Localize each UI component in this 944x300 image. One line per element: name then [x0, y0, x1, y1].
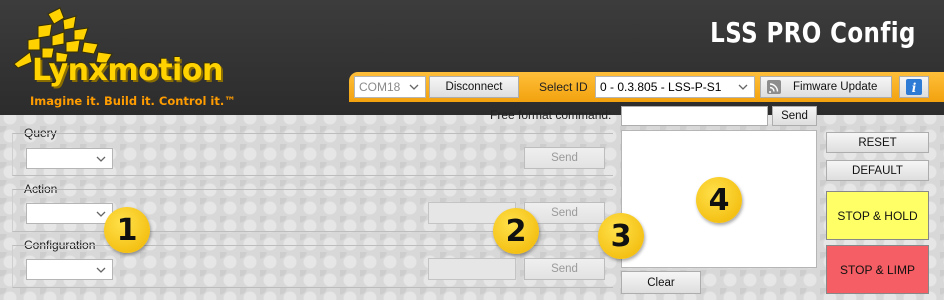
chevron-down-icon: [96, 156, 106, 162]
chevron-down-icon: [409, 84, 419, 90]
marker-2: 2: [493, 208, 539, 254]
free-format-input[interactable]: [621, 106, 768, 126]
logo-name: Lynxmotion: [32, 53, 223, 88]
query-send-button[interactable]: Send: [524, 147, 605, 169]
marker-3: 3: [598, 213, 644, 259]
query-select[interactable]: [26, 148, 113, 169]
firmware-update-button[interactable]: Fimware Update: [760, 76, 892, 98]
app-title: LSS PRO Config: [710, 16, 916, 49]
marker-4: 4: [696, 177, 742, 223]
svg-text:i: i: [912, 81, 917, 95]
chevron-down-icon: [96, 267, 106, 273]
clear-button[interactable]: Clear: [621, 271, 701, 294]
free-format-label: Free format command:: [490, 108, 612, 122]
marker-1: 1: [104, 207, 150, 253]
wifi-icon: [767, 80, 781, 94]
com-port-select[interactable]: COM18: [354, 76, 426, 98]
free-format-send-button[interactable]: Send: [772, 106, 817, 126]
app-window: Lynxmotion Imagine it. Build it. Control…: [0, 0, 944, 300]
com-port-value: COM18: [359, 80, 401, 94]
logo-tagline: Imagine it. Build it. Control it.™: [30, 94, 236, 108]
info-icon: i: [906, 79, 922, 95]
configuration-send-button[interactable]: Send: [524, 258, 605, 280]
servo-id-select[interactable]: 0 - 0.3.805 - LSS-P-S1: [595, 76, 755, 98]
connection-toolbar: COM18 Disconnect Select ID 0 - 0.3.805 -…: [349, 72, 944, 102]
disconnect-button[interactable]: Disconnect: [429, 76, 519, 98]
reset-button[interactable]: RESET: [826, 132, 929, 153]
chevron-down-icon: [96, 211, 106, 217]
firmware-update-label: Fimware Update: [793, 81, 878, 93]
servo-id-value: 0 - 0.3.805 - LSS-P-S1: [600, 80, 722, 94]
chevron-down-icon: [738, 84, 748, 90]
default-button[interactable]: DEFAULT: [826, 160, 929, 181]
configuration-value-input[interactable]: [428, 258, 516, 280]
info-button[interactable]: i: [899, 76, 929, 98]
stop-limp-button[interactable]: STOP & LIMP: [826, 245, 929, 294]
stop-hold-button[interactable]: STOP & HOLD: [826, 191, 929, 240]
action-select[interactable]: [26, 203, 113, 224]
configuration-select[interactable]: [26, 259, 113, 280]
select-id-label: Select ID: [539, 80, 588, 94]
